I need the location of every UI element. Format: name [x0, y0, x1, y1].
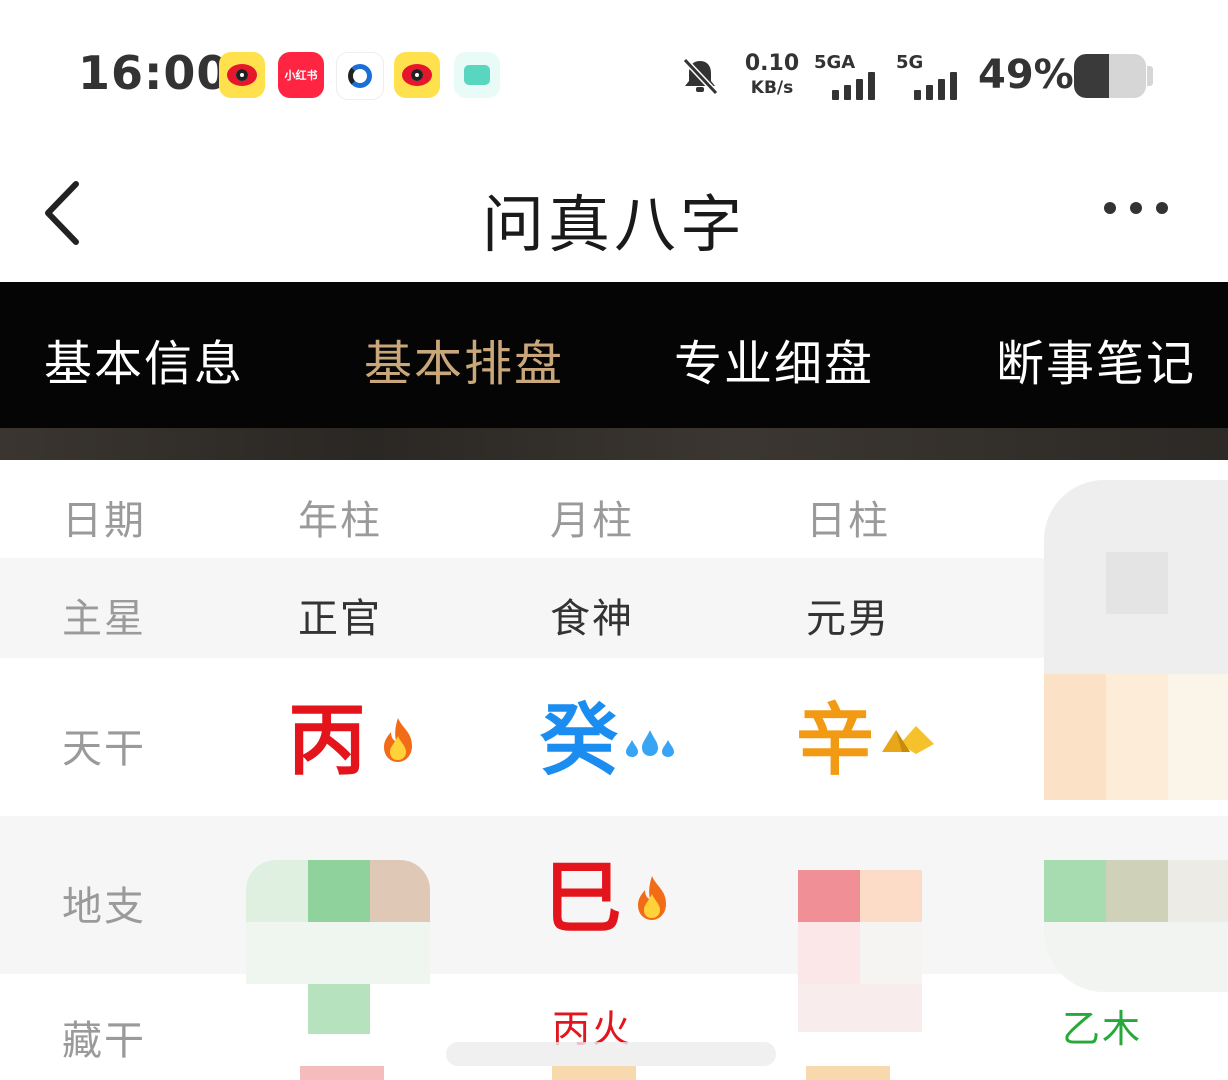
row-label-main-star: 主星: [62, 596, 146, 642]
tab-notes[interactable]: 断事笔记: [996, 324, 1196, 394]
net-speed-value: 0.10: [744, 51, 800, 76]
tab-bar: 基本信息 基本排盘 专业细盘 断事笔记: [0, 282, 1228, 428]
blurred-mosaic-block: [308, 984, 370, 1034]
battery-icon: [1074, 54, 1146, 98]
fire-icon: [384, 718, 412, 762]
main-star-year: 正官: [298, 596, 382, 642]
net-speed: 0.10 KB/s: [742, 52, 802, 100]
stem-year-char: 丙: [288, 696, 367, 786]
stem-day-char: 辛: [796, 696, 875, 786]
tab-basic-info[interactable]: 基本信息: [44, 324, 244, 394]
weibo-icon: [394, 52, 440, 98]
xiaohongshu-label: 小红书: [284, 69, 318, 82]
row-label-hidden-stem: 藏干: [62, 1018, 146, 1064]
watermark-pill: [446, 1042, 776, 1066]
nav-bar: 问真八字: [0, 150, 1228, 282]
mute-icon: [682, 57, 719, 96]
net-speed-unit: KB/s: [750, 78, 794, 98]
blurred-day-branch: [798, 870, 860, 922]
battery-cap: [1147, 66, 1153, 86]
signal-icon: [832, 72, 892, 100]
blurred-mosaic-block: [860, 922, 922, 984]
blurred-mosaic-block: [1168, 674, 1228, 800]
signal-icon: [914, 72, 974, 100]
tab-basic-chart[interactable]: 基本排盘: [364, 324, 564, 394]
sim2-label: 5G: [896, 52, 924, 73]
branch-month-char: 巳: [544, 854, 623, 944]
decorative-banner-strip: [0, 428, 1228, 460]
blurred-mosaic-block: [1106, 552, 1168, 614]
row-label-earthly-branch: 地支: [62, 884, 146, 930]
blurred-mosaic-block: [1044, 860, 1106, 922]
col-head-year: 年柱: [298, 498, 382, 544]
fire-icon: [638, 876, 666, 920]
sim1-label: 5GA: [814, 52, 856, 73]
col-head-month: 月柱: [550, 498, 634, 544]
page-title: 问真八字: [481, 188, 746, 261]
blurred-mosaic-block: [308, 860, 370, 922]
battery-fill: [1074, 54, 1110, 98]
blurred-mosaic-block: [246, 922, 430, 984]
bazi-table: 日期 年柱 月柱 日柱 主星 正官 食神 元男 天干 丙 癸 辛 地支 巳 藏干…: [0, 460, 1228, 1080]
xiaohongshu-icon: 小红书: [278, 52, 324, 98]
tab-professional-chart[interactable]: 专业细盘: [674, 324, 874, 394]
blurred-mosaic-block: [370, 860, 430, 922]
col-head-day: 日柱: [806, 498, 890, 544]
blurred-year-branch: [246, 860, 308, 922]
blurred-mosaic-block: [1106, 860, 1168, 922]
weibo-icon: [219, 52, 265, 98]
battery-percent: 49%: [978, 52, 1074, 98]
blurred-mosaic-block: [1106, 674, 1168, 800]
blurred-mosaic-block: [1044, 922, 1228, 992]
gold-ingot-icon: [882, 726, 934, 754]
stem-month-char: 癸: [540, 696, 619, 786]
hidden-stem-month-second-blurred: [552, 1066, 636, 1080]
status-bar: 16:00 小红书 0.10 KB/s 5GA 5G 49%: [0, 0, 1228, 150]
hidden-stem-year-second-blurred: [300, 1066, 384, 1080]
baidu-icon: [336, 52, 384, 100]
blurred-mosaic-block: [1044, 674, 1106, 800]
blurred-mosaic-block: [798, 984, 922, 1032]
more-dots-icon[interactable]: [1104, 202, 1168, 216]
blurred-mosaic-block: [860, 870, 922, 922]
row-label-date: 日期: [62, 498, 146, 544]
hidden-stem-day-second-blurred: [806, 1066, 890, 1080]
water-drops-icon: [626, 730, 674, 757]
blurred-mosaic-block: [1168, 860, 1228, 922]
chat-icon: [454, 52, 500, 98]
row-label-heavenly-stem: 天干: [62, 726, 146, 772]
main-star-month: 食神: [550, 596, 634, 642]
blurred-mosaic-block: [798, 922, 860, 984]
main-star-day: 元男: [806, 596, 890, 642]
status-time: 16:00: [78, 46, 230, 100]
hidden-stem-hour: 乙木: [1062, 1007, 1143, 1051]
